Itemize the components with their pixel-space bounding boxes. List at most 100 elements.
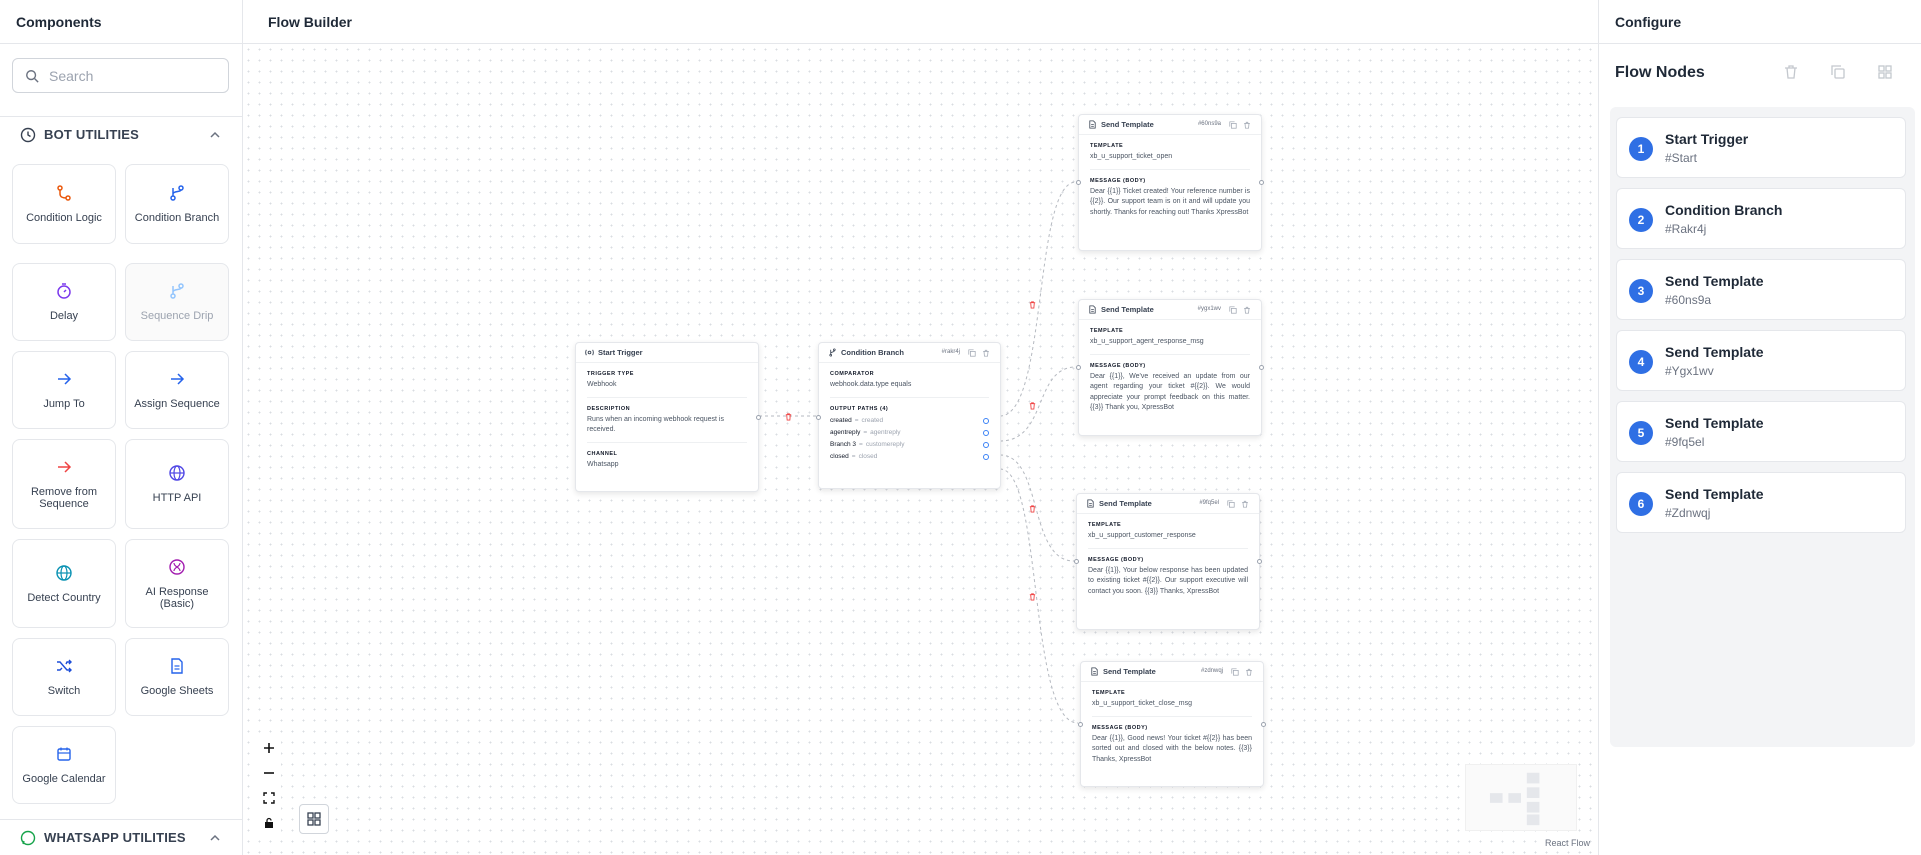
field-label: MESSAGE (BODY) — [1088, 556, 1144, 563]
component-sequence-drip[interactable]: Sequence Drip — [125, 263, 229, 341]
fit-view-button[interactable] — [256, 785, 281, 810]
component-switch[interactable]: Switch — [12, 638, 116, 716]
node-title: Send Template — [1101, 120, 1154, 129]
output-handle[interactable] — [1261, 722, 1266, 727]
node-send-template-4[interactable]: Send Template #zdnwqj TEMPLATE xb_u_supp… — [1078, 661, 1266, 787]
component-http-api[interactable]: HTTP API — [125, 439, 229, 529]
edge-closed — [999, 468, 1079, 724]
component-delay[interactable]: Delay — [12, 263, 116, 341]
component-label: Detect Country — [27, 591, 101, 604]
component-google-sheets[interactable]: Google Sheets — [125, 638, 229, 716]
path-handle[interactable] — [983, 453, 989, 460]
globe-icon — [56, 564, 72, 581]
trash-icon[interactable] — [1245, 668, 1253, 676]
trash-icon[interactable] — [1243, 306, 1251, 314]
react-flow-attribution[interactable]: React Flow — [1545, 838, 1591, 848]
copy-icon[interactable] — [968, 349, 976, 357]
component-remove-from-sequence[interactable]: Remove from Sequence — [12, 439, 116, 529]
grid-icon[interactable] — [1877, 64, 1893, 80]
component-detect-country[interactable]: Detect Country — [12, 539, 116, 628]
field-label: CHANNEL — [587, 450, 618, 457]
whatsapp-icon — [20, 830, 36, 845]
component-condition-logic[interactable]: Condition Logic — [12, 164, 116, 244]
chevron-up-icon[interactable] — [209, 832, 221, 844]
copy-icon[interactable] — [1830, 64, 1846, 80]
branch-icon — [829, 348, 836, 357]
component-assign-sequence[interactable]: Assign Sequence — [125, 351, 229, 429]
components-panel: Components Search BOT UTILITIES Conditio… — [0, 0, 243, 855]
arrow-right-icon — [58, 373, 72, 385]
sheet-icon — [171, 658, 183, 674]
node-header: Send Template #60ns9a — [1079, 115, 1261, 135]
copy-icon[interactable] — [1229, 121, 1237, 129]
output-handle[interactable] — [756, 415, 761, 420]
canvas-controls — [256, 735, 281, 835]
input-handle[interactable] — [1076, 365, 1081, 370]
copy-icon[interactable] — [1227, 500, 1235, 508]
copy-icon[interactable] — [1229, 306, 1237, 314]
output-handle[interactable] — [1257, 559, 1262, 564]
input-handle[interactable] — [1078, 722, 1083, 727]
output-path: closed = closed — [819, 453, 1000, 460]
output-handle[interactable] — [1259, 180, 1264, 185]
component-ai-response[interactable]: AI Response (Basic) — [125, 539, 229, 628]
search-input[interactable]: Search — [12, 58, 229, 93]
minimap[interactable] — [1465, 764, 1577, 831]
flow-node-item[interactable]: 2 Condition Branch #Rakr4j — [1616, 188, 1906, 249]
section-bot-utilities[interactable]: BOT UTILITIES — [0, 116, 242, 152]
node-number: 4 — [1629, 350, 1653, 374]
trash-icon[interactable] — [1243, 121, 1251, 129]
field-value: Webhook — [587, 381, 617, 388]
node-header: Start Trigger — [576, 343, 758, 363]
component-label: Delay — [49, 310, 79, 322]
node-id: #ygx1wv — [1197, 306, 1221, 312]
field-value: xb_u_support_ticket_open — [1090, 153, 1173, 160]
section-whatsapp-utilities[interactable]: WHATSAPP UTILITIES — [0, 819, 242, 855]
zoom-in-button[interactable] — [256, 735, 281, 760]
chevron-up-icon[interactable] — [209, 129, 221, 141]
lock-button[interactable] — [256, 810, 281, 835]
flow-canvas[interactable]: Flow Builder Start Trigger TRIGGER TYPE … — [243, 0, 1598, 855]
flow-node-item[interactable]: 3 Send Template #60ns9a — [1616, 259, 1906, 320]
trash-icon[interactable] — [1241, 500, 1249, 508]
component-label: HTTP API — [152, 492, 202, 504]
edge-delete-icon[interactable] — [1028, 300, 1037, 309]
output-handle[interactable] — [1259, 365, 1264, 370]
field-value: Runs when an incoming webhook request is… — [587, 415, 724, 434]
input-handle[interactable] — [1074, 559, 1079, 564]
node-header: Send Template #ygx1wv — [1079, 300, 1261, 320]
component-label: Jump To — [43, 398, 85, 410]
input-handle[interactable] — [1076, 180, 1081, 185]
flow-node-item[interactable]: 1 Start Trigger #Start — [1616, 117, 1906, 178]
component-condition-branch[interactable]: Condition Branch — [125, 164, 229, 244]
flow-node-item[interactable]: 4 Send Template #Ygx1wv — [1616, 330, 1906, 391]
path-handle[interactable] — [983, 417, 989, 424]
input-handle[interactable] — [816, 415, 821, 420]
flow-node-item[interactable]: 6 Send Template #Zdnwqj — [1616, 472, 1906, 533]
copy-icon[interactable] — [1231, 668, 1239, 676]
edge-delete-icon[interactable] — [1028, 504, 1037, 513]
plus-icon — [263, 742, 274, 753]
zoom-out-button[interactable] — [256, 760, 281, 785]
node-start-trigger[interactable]: Start Trigger TRIGGER TYPE Webhook DESCR… — [575, 342, 761, 492]
node-number: 2 — [1629, 208, 1653, 232]
layout-button[interactable] — [299, 804, 329, 834]
trash-icon[interactable] — [1783, 64, 1799, 80]
minus-icon — [263, 771, 274, 774]
node-condition-branch[interactable]: Condition Branch #rakr4j COMPARATOR webh… — [816, 342, 1001, 489]
component-google-calendar[interactable]: Google Calendar — [12, 726, 116, 804]
edge-delete-icon[interactable] — [1028, 592, 1037, 601]
node-number: 3 — [1629, 279, 1653, 303]
path-handle[interactable] — [983, 429, 989, 436]
field-label: TEMPLATE — [1092, 690, 1126, 696]
component-jump-to[interactable]: Jump To — [12, 351, 116, 429]
node-send-template-3[interactable]: Send Template #9fq5el TEMPLATE xb_u_supp… — [1074, 493, 1262, 630]
node-send-template-2[interactable]: Send Template #ygx1wv TEMPLATE xb_u_supp… — [1076, 299, 1264, 436]
edge-delete-icon[interactable] — [1028, 401, 1037, 410]
edge-delete-icon[interactable] — [784, 412, 793, 421]
trash-icon[interactable] — [982, 349, 990, 357]
path-handle[interactable] — [983, 441, 989, 448]
node-send-template-1[interactable]: Send Template #60ns9a TEMPLATE xb_u_supp… — [1076, 114, 1264, 251]
grid-icon — [307, 812, 321, 826]
flow-node-item[interactable]: 5 Send Template #9fq5el — [1616, 401, 1906, 462]
